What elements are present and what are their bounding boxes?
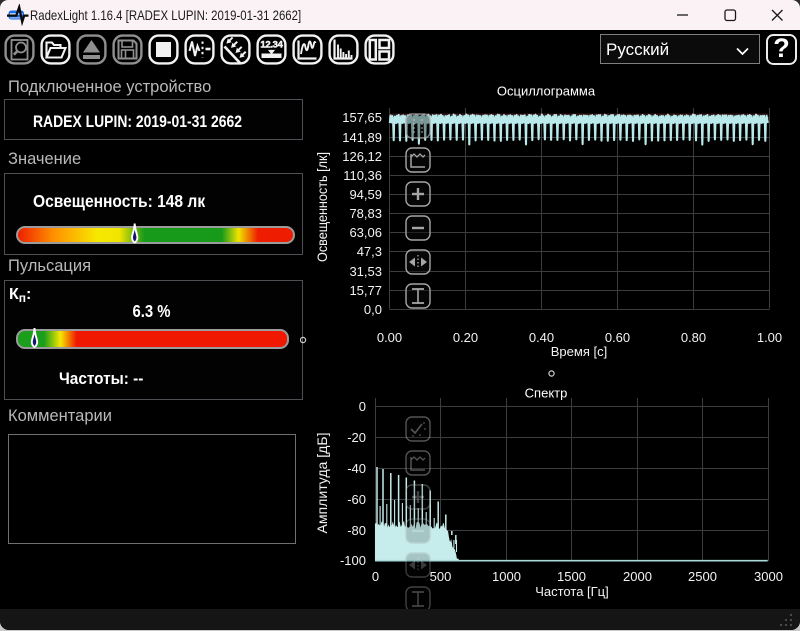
svg-text:12.34: 12.34 xyxy=(260,40,283,51)
svg-text:126,12: 126,12 xyxy=(342,149,382,164)
svg-text:0.20: 0.20 xyxy=(453,330,478,345)
svg-text:1.00: 1.00 xyxy=(757,330,782,345)
svg-text:-80: -80 xyxy=(347,523,366,538)
svg-text:94,59: 94,59 xyxy=(349,187,382,202)
svg-text:0.40: 0.40 xyxy=(529,330,554,345)
svg-text:Освещенность [лк]: Освещенность [лк] xyxy=(314,152,330,262)
svg-text:0: 0 xyxy=(372,569,379,584)
svg-text:0.00: 0.00 xyxy=(377,330,402,345)
svg-text:2500: 2500 xyxy=(688,569,717,584)
svg-text:15,77: 15,77 xyxy=(349,283,382,298)
svg-text:-100: -100 xyxy=(340,553,366,568)
svg-text:1000: 1000 xyxy=(492,569,521,584)
svg-text:31,53: 31,53 xyxy=(349,264,382,279)
svg-text:Частота [Гц]: Частота [Гц] xyxy=(535,584,609,599)
svg-text:0,0: 0,0 xyxy=(364,302,382,317)
svg-text:Спектр: Спектр xyxy=(525,386,568,401)
svg-text:Осциллограмма: Осциллограмма xyxy=(497,84,596,99)
svg-text:0: 0 xyxy=(359,399,366,414)
svg-text:-20: -20 xyxy=(347,430,366,445)
svg-text:47,3: 47,3 xyxy=(357,244,382,259)
svg-text:0.60: 0.60 xyxy=(605,330,630,345)
svg-text:500: 500 xyxy=(430,569,452,584)
svg-text:Амплитуда [дБ]: Амплитуда [дБ] xyxy=(314,433,330,534)
svg-text:1500: 1500 xyxy=(557,569,586,584)
svg-text:2000: 2000 xyxy=(623,569,652,584)
svg-text:Время [с]: Время [с] xyxy=(551,344,607,359)
svg-text:63,06: 63,06 xyxy=(349,225,382,240)
svg-text:78,83: 78,83 xyxy=(349,206,382,221)
svg-text:-60: -60 xyxy=(347,492,366,507)
svg-text:157,65: 157,65 xyxy=(342,110,382,125)
svg-text:141,89: 141,89 xyxy=(342,130,382,145)
svg-text:3000: 3000 xyxy=(754,569,783,584)
svg-text:-40: -40 xyxy=(347,461,366,476)
svg-text:0.80: 0.80 xyxy=(681,330,706,345)
svg-text:110,36: 110,36 xyxy=(343,168,382,183)
